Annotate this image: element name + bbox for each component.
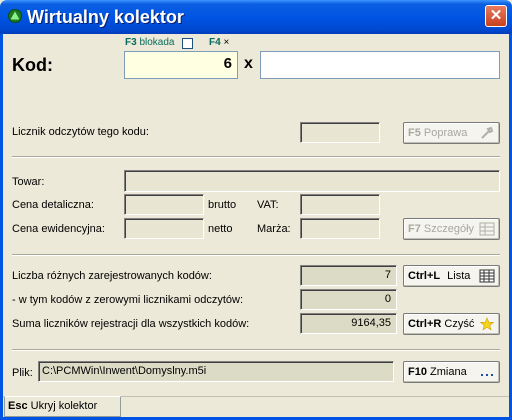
separator-1 [12, 156, 500, 158]
zero-counter-codes-label: - w tym kodów z zerowymi licznikami odcz… [12, 294, 244, 306]
lock-checkbox[interactable] [182, 38, 193, 49]
code-input[interactable] [260, 51, 500, 79]
hide-collector-tab[interactable]: Esc Ukryj kolektor [4, 396, 121, 417]
change-label: Zmiana [430, 366, 467, 378]
clear-key: Ctrl+R [408, 318, 442, 330]
details-key: F7 [408, 223, 421, 235]
footer-bar: Esc Ukryj kolektor [3, 396, 509, 417]
list-key: Ctrl+L [408, 270, 441, 282]
hide-label: Ukryj kolektor [30, 400, 98, 412]
distinct-codes-value: 7 [300, 265, 397, 286]
star-icon [479, 317, 495, 331]
fix-button[interactable]: F5 Poprawa [403, 122, 500, 144]
window-title: Wirtualny kolektor [27, 7, 184, 27]
retail-price-field [124, 194, 204, 215]
f3-lock-hint[interactable]: F3 blokada [125, 37, 174, 48]
file-label: Plik: [12, 367, 33, 379]
fix-key: F5 [408, 127, 421, 139]
wrench-icon [481, 126, 494, 139]
separator-2 [12, 254, 500, 256]
clear-button[interactable]: Ctrl+R Czyść [403, 313, 500, 335]
book-price-label: Cena ewidencyjna: [12, 223, 105, 235]
margin-label: Marża: [257, 223, 291, 235]
vat-field [300, 194, 380, 215]
zero-counter-codes-value: 0 [300, 289, 397, 310]
f4-hint[interactable]: F4 × [209, 37, 229, 48]
title-bar[interactable]: Wirtualny kolektor ✕ [0, 0, 512, 34]
ellipsis-icon [481, 374, 493, 376]
product-label: Towar: [12, 176, 45, 188]
change-key: F10 [408, 366, 427, 378]
list-label: Lista [447, 270, 471, 282]
margin-field [300, 218, 380, 239]
list-grid-icon [479, 269, 495, 283]
details-label: Szczegóły [423, 223, 475, 235]
f3-text: blokada [139, 37, 175, 48]
change-file-button[interactable]: F10 Zmiana [403, 361, 500, 383]
close-button[interactable]: ✕ [485, 5, 507, 27]
brutto-label: brutto [208, 199, 237, 211]
f4-key: F4 [209, 37, 221, 48]
hide-key: Esc [8, 400, 28, 412]
code-label: Kod: [12, 55, 53, 75]
counter-label: Licznik odczytów tego kodu: [12, 126, 149, 138]
product-field [124, 170, 500, 192]
fix-label: Poprawa [423, 127, 468, 139]
retail-price-label: Cena detaliczna: [12, 199, 94, 211]
sum-counters-label: Suma liczników rejestracji dla wszystkic… [12, 318, 250, 330]
list-button[interactable]: Ctrl+L Lista [403, 265, 500, 287]
file-path-field: C:\PCMWin\Inwent\Domyslny.m5i [38, 361, 394, 382]
quantity-value: 6 [223, 55, 232, 72]
details-grid-icon [479, 222, 495, 236]
details-button[interactable]: F7 Szczegóły [403, 218, 500, 240]
f4-clear-icon: × [223, 37, 230, 48]
clear-label: Czyść [444, 318, 475, 330]
multiplier-sign: x [244, 55, 253, 72]
triangle-app-icon [8, 9, 22, 23]
book-price-field [124, 218, 204, 239]
f3-key: F3 [125, 37, 137, 48]
quantity-input[interactable]: 6 [124, 51, 238, 79]
separator-3 [12, 349, 500, 351]
sum-counters-value: 9164,35 [300, 313, 397, 334]
counter-field [300, 122, 380, 143]
distinct-codes-label: Liczba różnych zarejestrowanych kodów: [12, 270, 212, 282]
netto-label: netto [208, 223, 233, 235]
vat-label: VAT: [257, 199, 279, 211]
